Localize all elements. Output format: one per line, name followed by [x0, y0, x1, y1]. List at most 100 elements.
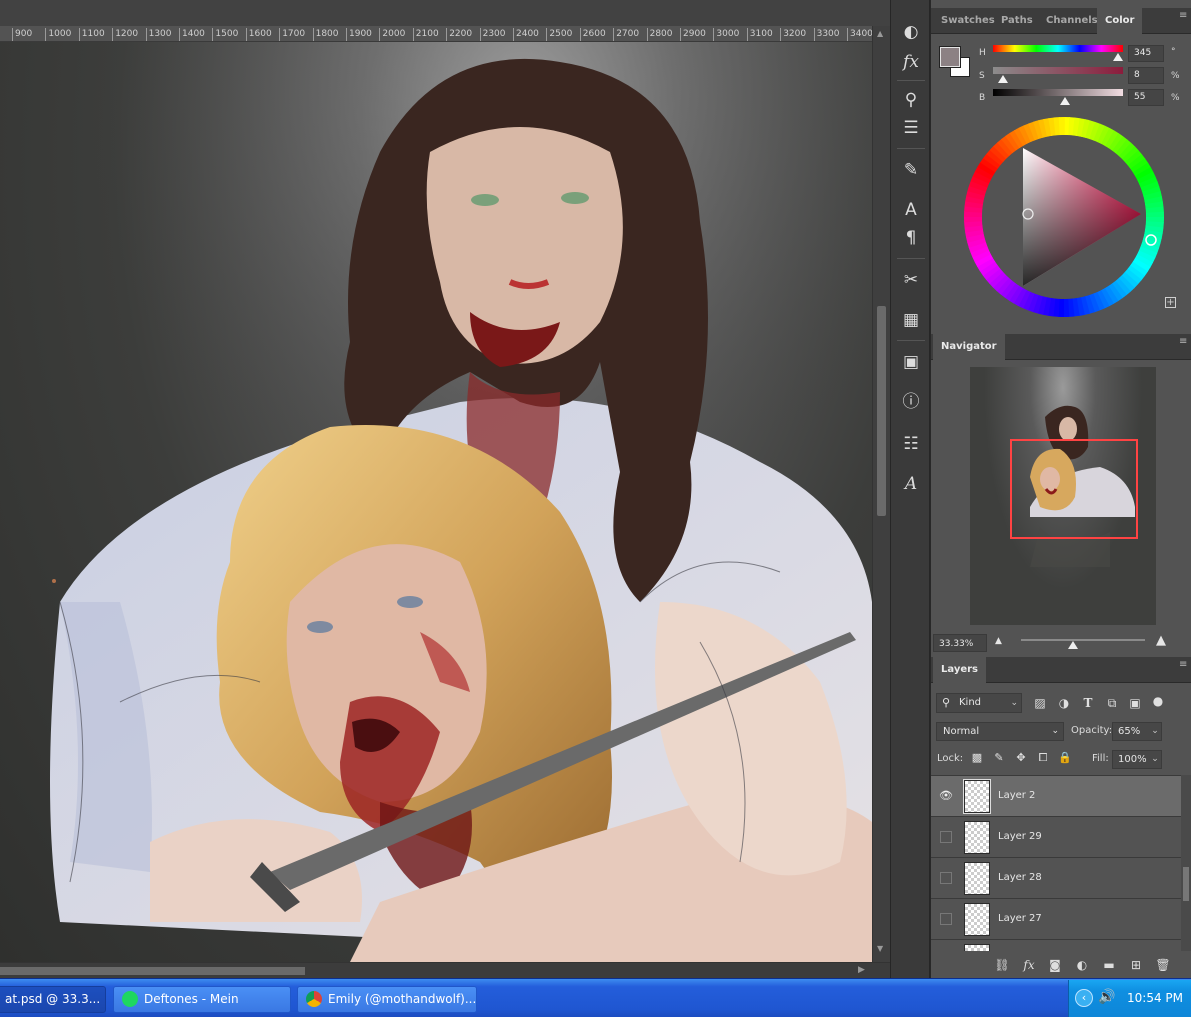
- type-filter-icon[interactable]: T: [1080, 695, 1096, 711]
- photoshop-window: 900 1000 1100 1200 1300 1400 1500 1600 1700 1800 1…: [0, 0, 1191, 1017]
- info-icon[interactable]: ⓘ: [899, 390, 923, 414]
- add-mask-icon[interactable]: ◙: [1046, 956, 1064, 974]
- new-layer-icon[interactable]: ⊞: [1127, 956, 1145, 974]
- layer-filter-dropdown[interactable]: ⚲ Kind ⌄: [936, 693, 1022, 713]
- hue-slider[interactable]: [993, 45, 1123, 52]
- color-wheel[interactable]: [963, 116, 1165, 318]
- zoom-slider-track[interactable]: [1021, 639, 1145, 641]
- saturation-slider[interactable]: [993, 67, 1123, 74]
- layers-scroll-thumb[interactable]: [1183, 867, 1189, 901]
- vertical-scrollbar[interactable]: ▲ ▼: [872, 26, 890, 962]
- horizontal-scroll-thumb[interactable]: [0, 967, 305, 975]
- layer-thumbnail: [964, 821, 990, 854]
- hue-ring-segment: [1063, 298, 1070, 317]
- lock-all-icon[interactable]: 🔒: [1058, 751, 1072, 765]
- delete-layer-icon[interactable]: 🗑: [1154, 956, 1172, 974]
- lock-label: Lock:: [937, 753, 964, 764]
- fx-icon[interactable]: fx: [899, 50, 923, 74]
- zoom-slider-handle[interactable]: [1068, 641, 1078, 649]
- layers-scrollbar[interactable]: [1181, 775, 1191, 951]
- fill-label: Fill:: [1092, 753, 1109, 764]
- vertical-scroll-thumb[interactable]: [877, 306, 886, 516]
- options-bar: [0, 0, 890, 26]
- filter-toggle-icon[interactable]: ●: [1150, 693, 1166, 709]
- character-icon[interactable]: A: [899, 198, 923, 222]
- lock-position-icon[interactable]: ✥: [1014, 751, 1028, 765]
- ruler-tick-label: 2500: [546, 28, 572, 41]
- properties-icon[interactable]: ☷: [899, 432, 923, 456]
- eye-icon[interactable]: 👁: [939, 789, 953, 803]
- adjustment-layer-icon[interactable]: ◐: [1073, 956, 1091, 974]
- new-group-icon[interactable]: ▬: [1100, 956, 1118, 974]
- tab-paths[interactable]: Paths: [993, 8, 1041, 34]
- saturation-input[interactable]: 8: [1128, 67, 1164, 84]
- layer-row-partial[interactable]: [931, 940, 1181, 951]
- opacity-dropdown-icon[interactable]: ⌄: [1148, 722, 1162, 741]
- brush-preset-icon[interactable]: ◐: [899, 20, 923, 44]
- ruler-tick-label: 2700: [613, 28, 639, 41]
- zoom-in-icon[interactable]: ▲: [1156, 633, 1166, 648]
- shape-filter-icon[interactable]: ⧉: [1104, 695, 1120, 711]
- paragraph-icon[interactable]: ¶: [899, 226, 923, 250]
- tool-presets-icon[interactable]: ✂: [899, 268, 923, 292]
- zoom-level-field[interactable]: 33.33%: [933, 634, 987, 652]
- tab-color[interactable]: Color: [1097, 8, 1143, 34]
- layer-row-layer-29[interactable]: Layer 29: [931, 817, 1181, 858]
- taskbar-task-photoshop[interactable]: at.psd @ 33.3...: [0, 986, 106, 1013]
- smart-object-filter-icon[interactable]: ▣: [1127, 695, 1143, 711]
- zoom-out-icon[interactable]: ▲: [995, 636, 1002, 646]
- horizontal-scrollbar[interactable]: ▶: [0, 962, 890, 978]
- layer-row-layer-2[interactable]: 👁 Layer 2: [931, 776, 1181, 817]
- add-to-swatches-icon[interactable]: +: [1165, 297, 1176, 308]
- panel-menu-icon[interactable]: ≡: [1179, 660, 1189, 670]
- show-hidden-icons-button[interactable]: ‹: [1075, 989, 1093, 1007]
- scroll-up-arrow[interactable]: ▲: [877, 29, 883, 38]
- lock-image-pixels-icon[interactable]: ✎: [992, 751, 1006, 765]
- brightness-unit: %: [1171, 93, 1180, 103]
- clock: 10:54 PM: [1127, 991, 1183, 1005]
- panel-menu-icon[interactable]: ≡: [1179, 11, 1189, 21]
- brightness-slider-handle[interactable]: [1059, 97, 1070, 105]
- navigator-view-frame[interactable]: [1010, 439, 1138, 539]
- ruler-tick-label: 1100: [78, 28, 105, 41]
- lock-transparent-pixels-icon[interactable]: ▩: [970, 751, 984, 765]
- volume-icon[interactable]: 🔊: [1098, 989, 1115, 1005]
- link-layers-icon[interactable]: ⛓: [993, 956, 1011, 974]
- foreground-color-swatch[interactable]: [939, 46, 961, 68]
- navigator-thumbnail[interactable]: [970, 367, 1156, 625]
- lock-artboard-icon[interactable]: ⧠: [1036, 751, 1050, 765]
- brush-settings-icon[interactable]: ✎: [899, 158, 923, 182]
- glyphs-icon[interactable]: A: [899, 472, 923, 496]
- layer-row-layer-28[interactable]: Layer 28: [931, 858, 1181, 899]
- taskbar-task-chrome[interactable]: Emily (@mothandwolf)...: [297, 986, 477, 1013]
- timeline-icon[interactable]: ▣: [899, 350, 923, 374]
- strip-divider: [897, 340, 925, 341]
- fill-dropdown-icon[interactable]: ⌄: [1148, 750, 1162, 769]
- document-canvas[interactable]: [0, 42, 872, 962]
- pixel-filter-icon[interactable]: ▨: [1032, 695, 1048, 711]
- saturation-slider-handle[interactable]: [998, 75, 1009, 83]
- tab-layers[interactable]: Layers: [933, 657, 986, 683]
- layer-row-layer-27[interactable]: Layer 27: [931, 899, 1181, 940]
- brightness-input[interactable]: 55: [1128, 89, 1164, 106]
- ruler-tick-label: 3200: [780, 28, 806, 41]
- tab-channels[interactable]: Channels: [1038, 8, 1106, 34]
- brightness-slider[interactable]: [993, 89, 1123, 96]
- adjustment-filter-icon[interactable]: ◑: [1056, 695, 1072, 711]
- layer-style-icon[interactable]: fx: [1020, 956, 1038, 974]
- blend-mode-dropdown[interactable]: Normal ⌄: [936, 722, 1064, 741]
- grid-icon[interactable]: ▦: [899, 308, 923, 332]
- hue-slider-handle[interactable]: [1112, 53, 1123, 61]
- panel-menu-icon[interactable]: ≡: [1179, 337, 1189, 347]
- color-panel-tabs: Swatches Paths Channels Color ≡: [931, 8, 1191, 34]
- scroll-down-arrow[interactable]: ▼: [877, 944, 883, 953]
- clone-source-icon[interactable]: ⚲: [899, 88, 923, 112]
- visibility-toggle[interactable]: [940, 831, 952, 843]
- hue-input[interactable]: 345: [1128, 45, 1164, 62]
- tab-navigator[interactable]: Navigator: [933, 334, 1005, 360]
- adjustments-icon[interactable]: ☰: [899, 116, 923, 140]
- visibility-toggle[interactable]: [940, 913, 952, 925]
- scroll-right-arrow[interactable]: ▶: [858, 965, 865, 975]
- visibility-toggle[interactable]: [940, 872, 952, 884]
- taskbar-task-spotify[interactable]: Deftones - Mein: [113, 986, 291, 1013]
